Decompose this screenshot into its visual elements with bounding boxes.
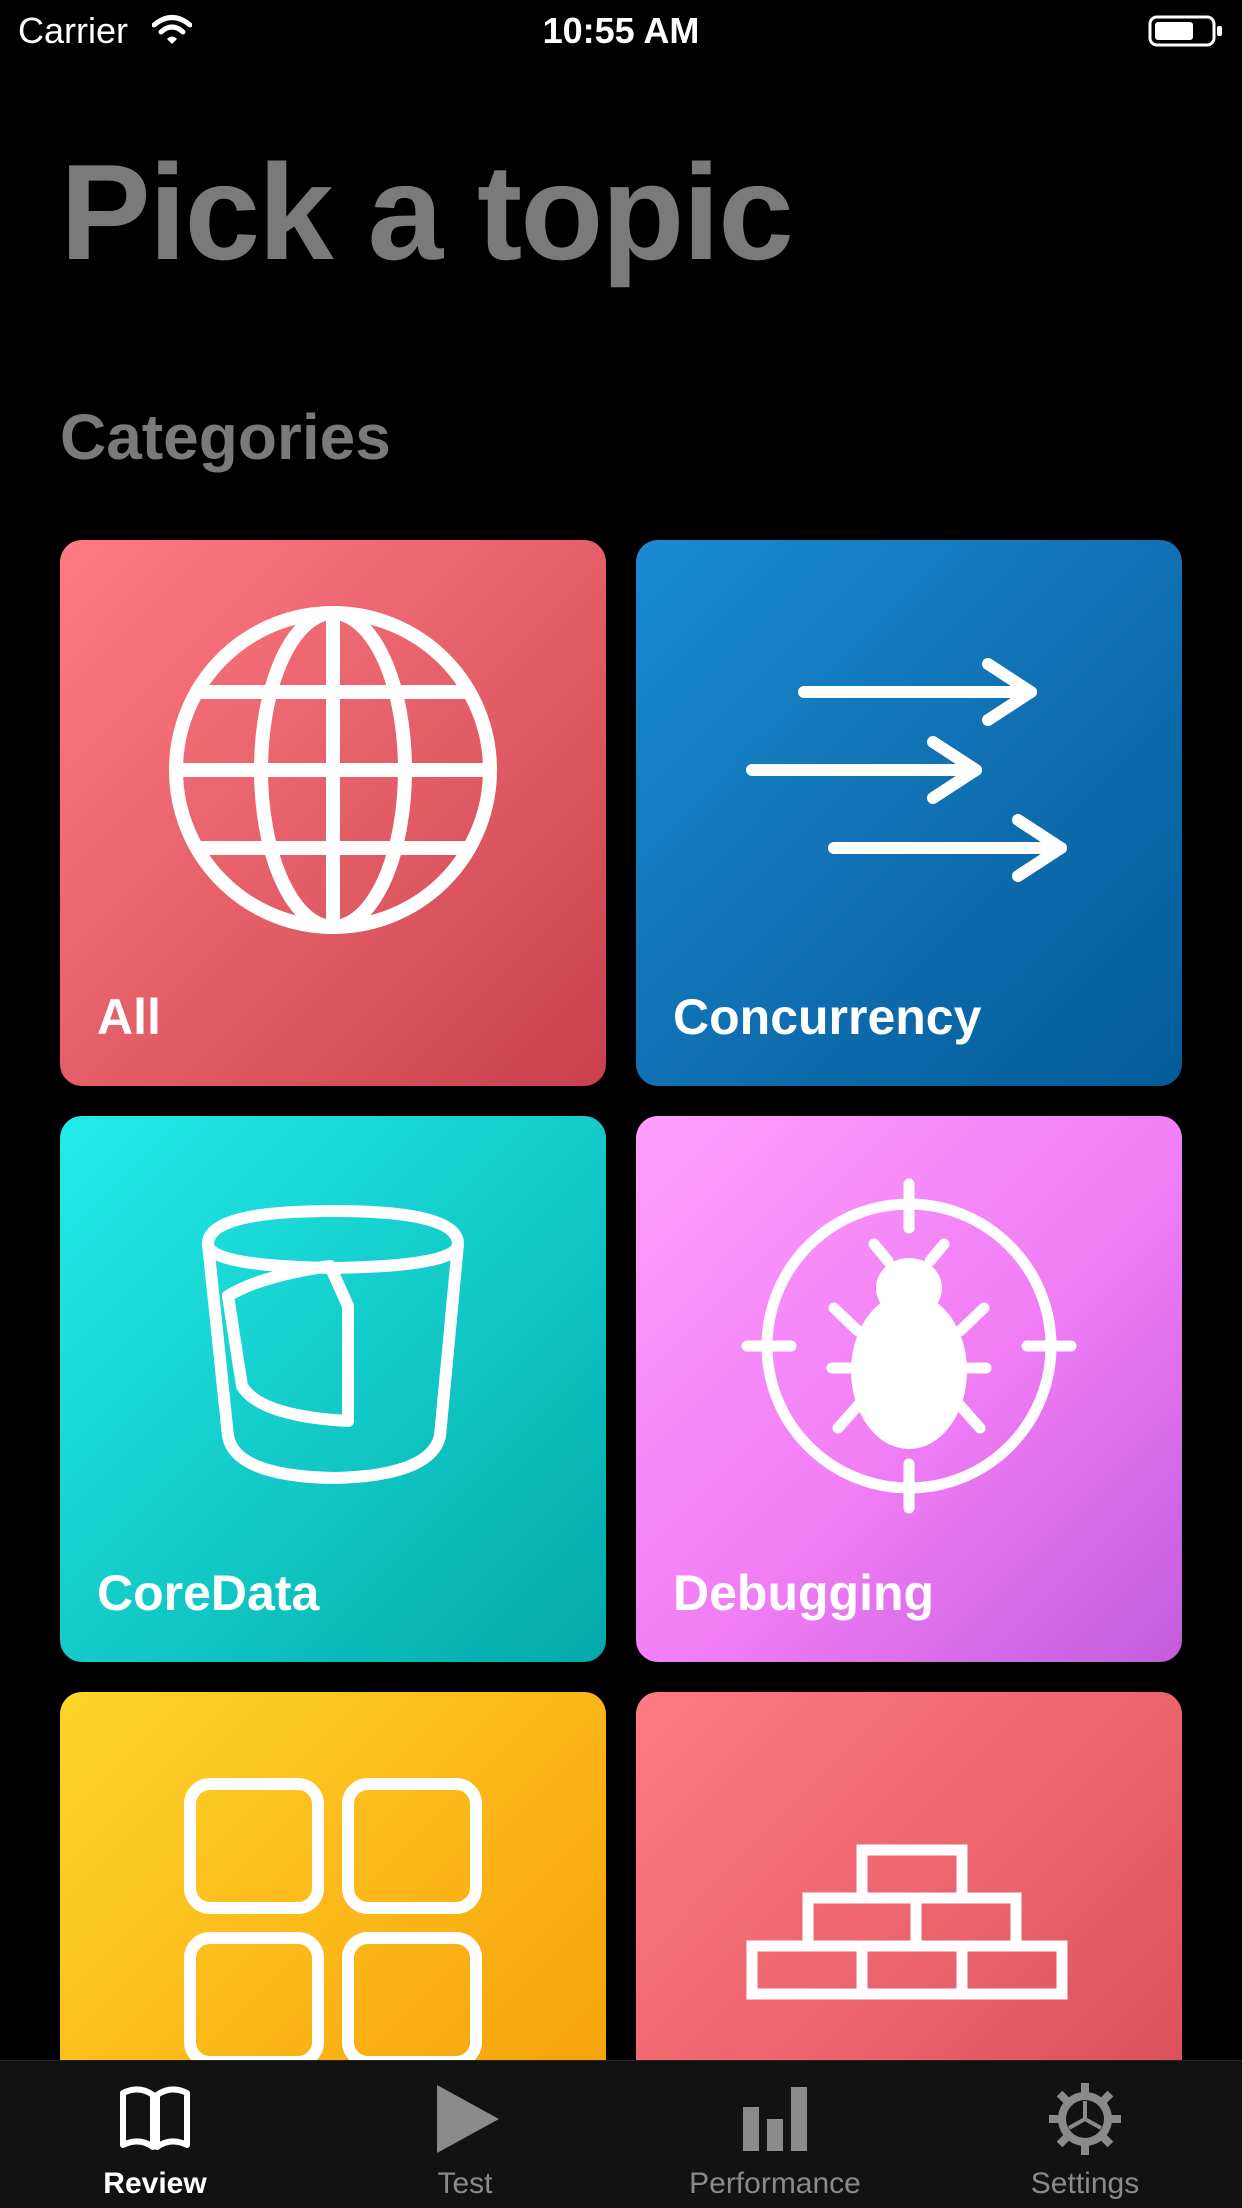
category-tile-debugging[interactable]: Debugging bbox=[636, 1116, 1182, 1662]
play-icon bbox=[437, 2085, 499, 2153]
tab-review[interactable]: Review bbox=[0, 2061, 310, 2208]
gear-icon bbox=[1049, 2083, 1121, 2155]
tab-label: Test bbox=[437, 2167, 493, 2200]
status-time: 10:55 AM bbox=[542, 10, 700, 51]
category-label: All bbox=[97, 989, 161, 1045]
category-label: Debugging bbox=[673, 1565, 935, 1621]
category-tile-concurrency[interactable]: Concurrency bbox=[636, 540, 1182, 1086]
category-tile-coredata[interactable]: CoreData bbox=[60, 1116, 606, 1662]
screen: Carrier 10:55 AM Pick a topic Categories bbox=[0, 0, 1242, 2208]
tab-settings[interactable]: Settings bbox=[930, 2061, 1240, 2208]
category-tile-all[interactable]: All bbox=[60, 540, 606, 1086]
tab-test[interactable]: Test bbox=[310, 2061, 620, 2208]
battery-icon bbox=[1148, 15, 1222, 47]
bar-chart-icon bbox=[743, 2087, 807, 2151]
section-title: Categories bbox=[60, 401, 391, 473]
category-label: Concurrency bbox=[673, 989, 982, 1045]
book-icon bbox=[120, 2086, 190, 2150]
category-label: CoreData bbox=[97, 1565, 320, 1621]
tab-performance[interactable]: Performance bbox=[620, 2061, 930, 2208]
status-bar: Carrier 10:55 AM bbox=[0, 0, 1242, 62]
page-title: Pick a topic bbox=[60, 136, 794, 288]
tab-bar: Review Test Performance Settings bbox=[0, 2060, 1242, 2208]
tab-label: Settings bbox=[1030, 2167, 1140, 2200]
tab-label: Review bbox=[103, 2167, 207, 2200]
tab-label: Performance bbox=[689, 2167, 861, 2200]
